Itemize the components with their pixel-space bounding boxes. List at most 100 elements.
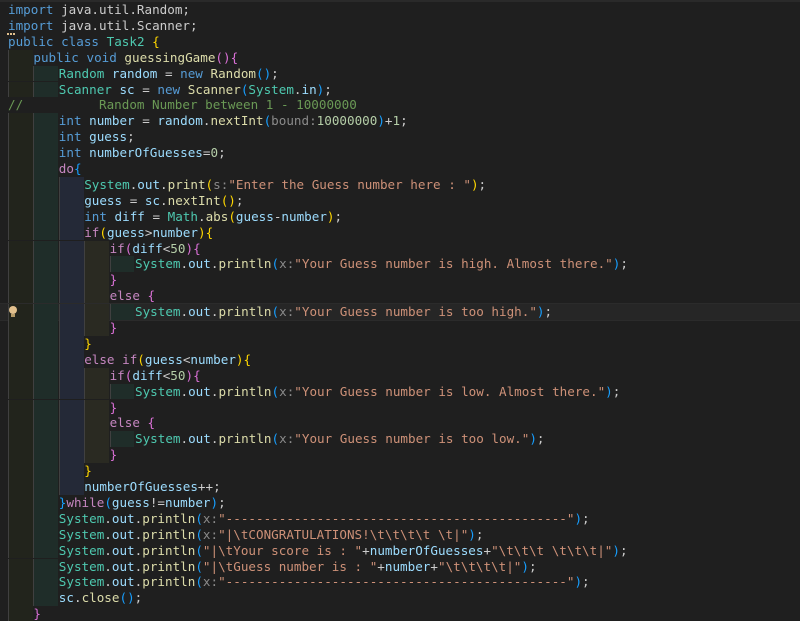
code-line[interactable]: System.out.println(x:"Your Guess number … [0, 383, 800, 400]
code-token: "Your Guess number is high. Almost there… [294, 256, 613, 272]
code-line[interactable]: else { [0, 288, 800, 305]
code-line[interactable]: System.out.println(x:"|\tCONGRATULATIONS… [0, 526, 800, 543]
indent-guide-line [8, 145, 9, 161]
indent-guide-line [8, 383, 9, 400]
code-line[interactable]: Random random = new Random(); [0, 65, 800, 82]
code-line[interactable]: sc.close(); [0, 590, 800, 607]
code-line[interactable]: else { [0, 415, 800, 432]
code-line[interactable]: import java.util.Scanner; [0, 18, 800, 35]
code-line[interactable]: } [0, 399, 800, 416]
indent-guide-line [58, 335, 60, 352]
code-token: = [134, 113, 158, 129]
indent-guide [33, 129, 59, 146]
code-token: ( [228, 208, 236, 224]
code-token: int [58, 145, 82, 161]
code-line[interactable]: System.out.println("|\tYour score is : "… [0, 542, 800, 559]
indent-guide-line [58, 192, 60, 209]
indent-guide-line [8, 256, 9, 273]
code-line[interactable]: if(diff<50){ [0, 240, 800, 257]
code-line[interactable]: System.out.print(s:"Enter the Guess numb… [0, 176, 800, 193]
indent-guide-line [8, 288, 9, 305]
code-token: ) [470, 176, 479, 192]
indent-guide-line [33, 463, 35, 479]
code-token: . [104, 510, 112, 526]
code-line[interactable]: System.out.println("|\tGuess number is :… [0, 558, 800, 575]
code-line[interactable]: public class Task2 { [0, 34, 800, 50]
code-token: out [111, 542, 135, 558]
indent-guide-line [33, 526, 35, 543]
code-token: bound: [271, 113, 317, 129]
indent-guide-line [58, 367, 60, 384]
code-token: System [84, 176, 130, 192]
code-line[interactable]: import java.util.Random; [0, 2, 800, 18]
code-line[interactable]: int number = random.nextInt(bound:100000… [0, 113, 800, 130]
indent-guide [58, 399, 84, 416]
code-token: "Your Guess number is too high." [294, 304, 537, 320]
code-token: System [58, 558, 105, 574]
code-line[interactable]: numberOfGuesses++; [0, 479, 800, 495]
code-line[interactable]: if(guess>number){ [0, 224, 800, 241]
code-text: Random random = new Random(); [59, 66, 279, 82]
code-token: . [104, 526, 112, 542]
code-line[interactable]: guess = sc.nextInt(); [0, 192, 800, 209]
code-line[interactable]: // Random Number between 1 - 10000000 [0, 97, 800, 113]
code-token: { [147, 415, 156, 431]
code-token: = [144, 208, 168, 224]
indent-guide [8, 415, 33, 432]
code-text: } [84, 463, 92, 479]
code-editor[interactable]: import java.util.Random; import java.util… [0, 0, 800, 621]
code-line[interactable]: if(diff<50){ [0, 367, 800, 384]
indent-guide [8, 176, 33, 193]
code-line[interactable]: Scanner sc = new Scanner(System.in); [0, 81, 800, 98]
code-token: ) [574, 510, 583, 526]
code-token: x: [279, 383, 295, 399]
code-line[interactable]: } [0, 272, 800, 289]
code-token: numberOfGuesses [89, 145, 203, 161]
code-line[interactable]: int guess; [0, 129, 800, 146]
code-token: "---------------------------------------… [218, 510, 575, 526]
code-line[interactable]: } [0, 335, 800, 352]
indent-guide [8, 208, 33, 225]
code-line[interactable]: do{ [0, 161, 800, 177]
code-token: + [384, 113, 393, 129]
code-line[interactable]: } [0, 463, 800, 479]
indent-guide-line [8, 415, 9, 432]
code-token: = [157, 65, 181, 81]
code-token: ; [612, 383, 621, 399]
code-token: ) [235, 351, 244, 367]
code-token: . [180, 383, 189, 399]
code-token: ( [271, 431, 280, 447]
indent-guide-line [109, 304, 111, 320]
code-line[interactable]: System.out.println(x:"------------------… [0, 510, 800, 527]
code-line[interactable]: else if(guess<number){ [0, 351, 800, 368]
indent-guide [8, 288, 33, 305]
code-line[interactable]: } [0, 447, 800, 464]
indent-guide-line [33, 129, 35, 146]
indent-guide-line [8, 224, 9, 241]
indent-guide [33, 113, 59, 130]
code-line[interactable]: System.out.println(x:"Your Guess number … [0, 256, 800, 273]
code-line[interactable]: }while(guess!=number); [0, 494, 800, 511]
code-line[interactable]: int diff = Math.abs(guess-number); [0, 208, 800, 225]
code-token: abs [205, 208, 229, 224]
code-token: } [84, 463, 92, 479]
indent-guide-line [8, 526, 9, 543]
code-line[interactable]: System.out.println(x:"------------------… [0, 574, 800, 591]
indent-guide-line [8, 49, 9, 66]
code-line[interactable]: public void guessingGame(){ [0, 49, 800, 66]
code-line[interactable]: System.out.println(x:"Your Guess number … [0, 303, 800, 321]
code-line[interactable]: System.out.println(x:"Your Guess number … [0, 431, 800, 448]
code-token: ( [137, 351, 145, 367]
code-line[interactable]: } [0, 606, 800, 621]
indent-guide [8, 113, 33, 130]
code-line[interactable]: int numberOfGuesses=0; [0, 145, 800, 161]
code-token: 1 [392, 113, 401, 129]
code-line[interactable]: } [0, 320, 800, 336]
code-token: int [84, 208, 107, 224]
indent-guide [58, 272, 84, 289]
code-token: . [104, 558, 112, 574]
code-token: number [281, 208, 327, 224]
indent-guide-line [33, 510, 35, 527]
code-token: { [243, 351, 252, 367]
indent-guide [33, 272, 59, 289]
